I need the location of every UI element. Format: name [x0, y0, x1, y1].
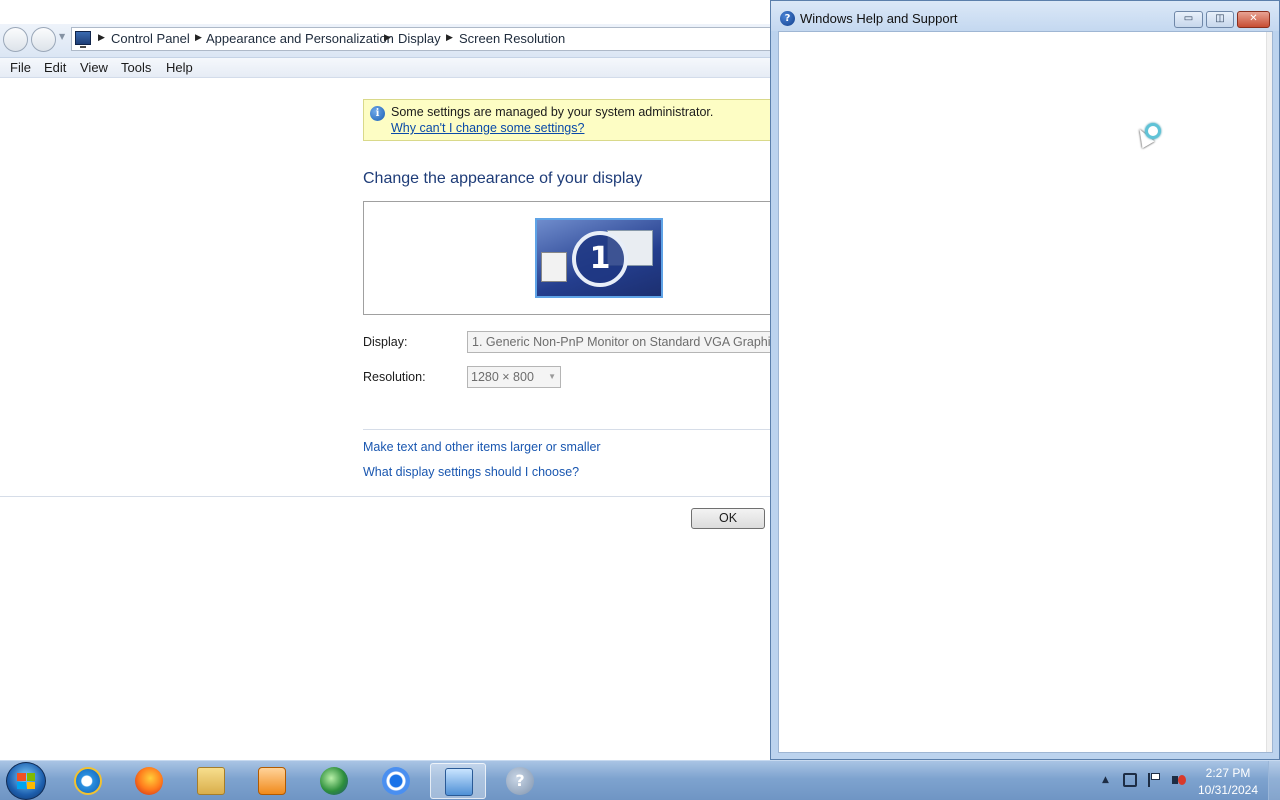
control-panel-icon: [75, 31, 91, 48]
recent-pages-dropdown[interactable]: ▼: [59, 32, 65, 41]
resolution-dropdown[interactable]: 1280 × 800 ▼: [467, 366, 561, 388]
taskbar: ? ▲ 2:27 PM 10/31/2024: [0, 760, 1280, 800]
address-bar[interactable]: ▶ Control Panel ▶ Appearance and Persona…: [71, 27, 772, 51]
breadcrumb-arrow-icon[interactable]: ▶: [98, 33, 105, 43]
divider: [0, 496, 772, 497]
menu-tools[interactable]: Tools: [121, 60, 151, 75]
firefox-icon: [135, 767, 163, 795]
menu-view[interactable]: View: [80, 60, 108, 75]
monitor-icon[interactable]: 1: [535, 218, 663, 298]
network-tray-icon[interactable]: [1123, 773, 1137, 787]
ok-button[interactable]: OK: [691, 508, 765, 529]
menu-file[interactable]: File: [10, 60, 31, 75]
taskbar-network[interactable]: [306, 763, 362, 799]
maximize-button[interactable]: ◫: [1206, 11, 1234, 28]
scrollbar[interactable]: [1266, 32, 1272, 752]
show-hidden-icons-button[interactable]: ▲: [1102, 775, 1109, 785]
divider: [363, 429, 772, 430]
taskbar-firefox[interactable]: [121, 763, 177, 799]
why-cant-change-settings-link[interactable]: Why can't I change some settings?: [391, 121, 584, 135]
breadcrumb-arrow-icon[interactable]: ▶: [384, 33, 391, 43]
window-thumbnail: [541, 252, 567, 282]
help-and-support-window: ? Windows Help and Support ▭ ◫ ✕: [770, 0, 1280, 760]
taskbar-windows-explorer[interactable]: [183, 763, 239, 799]
breadcrumb-screen-resolution[interactable]: Screen Resolution: [459, 31, 565, 46]
clock-time[interactable]: 2:27 PM: [1196, 766, 1260, 780]
help-content-pane[interactable]: [778, 31, 1273, 753]
chrome-icon: [382, 767, 410, 795]
help-icon: ?: [780, 11, 795, 26]
breadcrumb-display[interactable]: Display: [398, 31, 441, 46]
taskbar-help-and-support[interactable]: ?: [492, 763, 548, 799]
text-size-link[interactable]: Make text and other items larger or smal…: [363, 440, 601, 454]
internet-explorer-icon: [74, 767, 102, 795]
admin-info-banner: i Some settings are managed by your syst…: [363, 99, 772, 141]
forward-button[interactable]: [31, 27, 56, 52]
clock-date[interactable]: 10/31/2024: [1196, 783, 1260, 797]
show-desktop-button[interactable]: [1268, 761, 1280, 800]
menu-bar: File Edit View Tools Help: [0, 58, 772, 78]
menu-edit[interactable]: Edit: [44, 60, 66, 75]
help-icon: ?: [506, 767, 534, 795]
taskbar-control-panel[interactable]: [430, 763, 486, 799]
action-center-flag-icon[interactable]: [1148, 773, 1162, 787]
busy-spinner-icon: [1145, 123, 1161, 139]
chevron-down-icon: ▼: [548, 372, 556, 381]
display-settings-help-link[interactable]: What display settings should I choose?: [363, 465, 579, 479]
start-button[interactable]: [6, 762, 46, 800]
media-player-icon: [258, 767, 286, 795]
breadcrumb-appearance[interactable]: Appearance and Personalization: [206, 31, 394, 46]
window-title: Windows Help and Support: [800, 11, 958, 26]
menu-help[interactable]: Help: [166, 60, 193, 75]
control-panel-window: ▼ ▶ Control Panel ▶ Appearance and Perso…: [0, 0, 772, 760]
monitor-number-badge: 1: [572, 231, 628, 287]
back-button[interactable]: [3, 27, 28, 52]
minimize-button[interactable]: ▭: [1174, 11, 1203, 28]
close-button[interactable]: ✕: [1237, 11, 1270, 28]
file-explorer-icon: [197, 767, 225, 795]
network-globe-icon: [320, 767, 348, 795]
display-label: Display:: [363, 335, 408, 349]
monitor-preview-area: 1: [363, 201, 772, 315]
taskbar-internet-explorer[interactable]: [60, 763, 116, 799]
resolution-label: Resolution:: [363, 370, 426, 384]
control-panel-icon: [445, 768, 473, 796]
page-title: Change the appearance of your display: [363, 170, 643, 187]
breadcrumb-arrow-icon[interactable]: ▶: [195, 33, 202, 43]
title-bar[interactable]: ? Windows Help and Support ▭ ◫ ✕: [771, 1, 1279, 31]
breadcrumb-arrow-icon[interactable]: ▶: [446, 33, 453, 43]
volume-muted-icon[interactable]: [1172, 773, 1186, 787]
resolution-value: 1280 × 800: [471, 370, 534, 384]
info-icon: i: [370, 106, 385, 121]
windows-logo-icon: [17, 773, 35, 789]
taskbar-media-player[interactable]: [244, 763, 300, 799]
breadcrumb-control-panel[interactable]: Control Panel: [111, 31, 190, 46]
navigation-bar: ▼ ▶ Control Panel ▶ Appearance and Perso…: [0, 24, 772, 58]
taskbar-chrome[interactable]: [368, 763, 424, 799]
banner-text: Some settings are managed by your system…: [391, 105, 714, 119]
display-dropdown[interactable]: 1. Generic Non-PnP Monitor on Standard V…: [467, 331, 772, 353]
